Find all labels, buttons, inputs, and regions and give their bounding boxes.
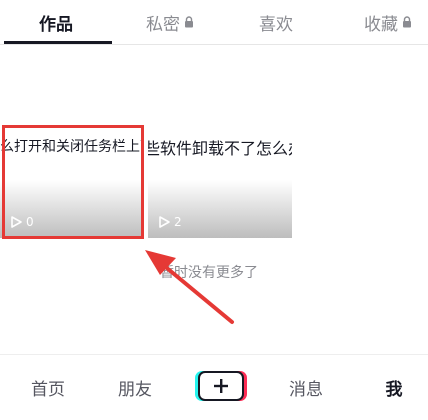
tab-favorites[interactable]: 收藏 bbox=[350, 0, 428, 44]
video-card[interactable]: 么打开和关闭任务栏上面 0 bbox=[0, 126, 142, 238]
tab-works-label: 作品 bbox=[39, 14, 73, 35]
no-more-content-text: 暂时没有更多了 bbox=[160, 265, 258, 281]
plus-icon bbox=[214, 379, 228, 393]
play-count-value: 2 bbox=[174, 215, 182, 229]
lock-icon bbox=[402, 16, 412, 28]
nav-messages-label: 消息 bbox=[289, 380, 323, 400]
play-count: 2 bbox=[157, 215, 182, 229]
nav-me-label: 我 bbox=[385, 380, 403, 400]
lock-icon bbox=[184, 16, 194, 28]
play-count: 0 bbox=[9, 215, 34, 229]
video-cover-title: 些软件卸载不了怎么办 bbox=[148, 139, 292, 158]
nav-friends-label: 朋友 bbox=[118, 380, 152, 400]
profile-tabs: 作品 私密 喜欢 收藏 bbox=[0, 0, 428, 45]
tab-likes-label: 喜欢 bbox=[259, 14, 293, 35]
nav-home[interactable]: 首页 bbox=[18, 355, 78, 420]
play-icon bbox=[9, 215, 23, 229]
video-cover-gradient bbox=[0, 180, 142, 238]
tab-private[interactable]: 私密 bbox=[130, 0, 210, 44]
play-count-value: 0 bbox=[26, 215, 34, 229]
create-video-button[interactable] bbox=[198, 371, 244, 401]
video-cover-title: 么打开和关闭任务栏上面 bbox=[0, 139, 142, 155]
bottom-navigation: 首页 朋友 消息 我 bbox=[0, 354, 428, 420]
nav-me[interactable]: 我 bbox=[364, 355, 424, 420]
tab-favorites-label: 收藏 bbox=[364, 14, 398, 35]
play-icon bbox=[157, 215, 171, 229]
tab-private-label: 私密 bbox=[146, 14, 180, 35]
active-tab-indicator bbox=[4, 41, 112, 44]
video-card[interactable]: 些软件卸载不了怎么办 2 bbox=[148, 126, 292, 238]
video-cover-gradient bbox=[148, 180, 292, 238]
nav-friends[interactable]: 朋友 bbox=[105, 355, 165, 420]
nav-messages[interactable]: 消息 bbox=[276, 355, 336, 420]
nav-home-label: 首页 bbox=[31, 380, 65, 400]
tab-works[interactable]: 作品 bbox=[0, 0, 112, 44]
tab-likes[interactable]: 喜欢 bbox=[236, 0, 316, 44]
